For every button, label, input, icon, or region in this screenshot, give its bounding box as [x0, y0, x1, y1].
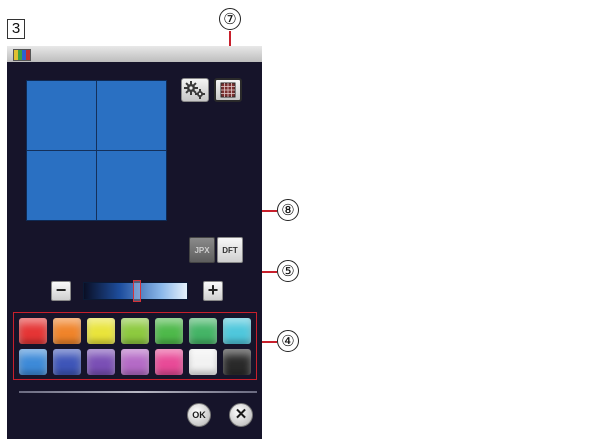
color-swatch[interactable] [189, 318, 217, 344]
callout-4: ④ [277, 330, 299, 352]
color-swatch[interactable] [189, 349, 217, 375]
cancel-button[interactable]: ✕ [229, 403, 253, 427]
color-swatch[interactable] [53, 349, 81, 375]
color-preview [26, 80, 167, 221]
decrease-button[interactable]: − [51, 281, 71, 301]
gear-icon [184, 81, 205, 99]
color-swatch[interactable] [19, 318, 47, 344]
title-bar [7, 46, 262, 62]
color-swatch[interactable] [19, 349, 47, 375]
color-dialog: JPX DFT − + OK ✕ [7, 46, 262, 439]
color-palette [13, 312, 257, 380]
dft-button[interactable]: DFT [217, 237, 243, 263]
color-swatch[interactable] [121, 349, 149, 375]
callout-7: ⑦ [219, 8, 241, 30]
color-swatch[interactable] [121, 318, 149, 344]
ok-button[interactable]: OK [187, 403, 211, 427]
grid-button[interactable] [214, 78, 242, 102]
app-icon [13, 49, 31, 61]
slider-thumb[interactable] [133, 280, 141, 302]
settings-button[interactable] [181, 78, 209, 102]
color-swatch[interactable] [87, 349, 115, 375]
color-swatch[interactable] [155, 349, 183, 375]
color-swatch[interactable] [87, 318, 115, 344]
color-swatch[interactable] [53, 318, 81, 344]
callout-5: ⑤ [277, 260, 299, 282]
brightness-slider[interactable] [83, 280, 188, 302]
color-swatch[interactable] [155, 318, 183, 344]
color-swatch[interactable] [223, 349, 251, 375]
step-label: 3 [7, 19, 25, 39]
preview-grid-line-horizontal [27, 150, 166, 151]
increase-button[interactable]: + [203, 281, 223, 301]
jpx-button[interactable]: JPX [189, 237, 215, 263]
callout-8: ⑧ [277, 199, 299, 221]
color-swatch[interactable] [223, 318, 251, 344]
grid-icon [220, 82, 236, 98]
divider [19, 391, 257, 393]
